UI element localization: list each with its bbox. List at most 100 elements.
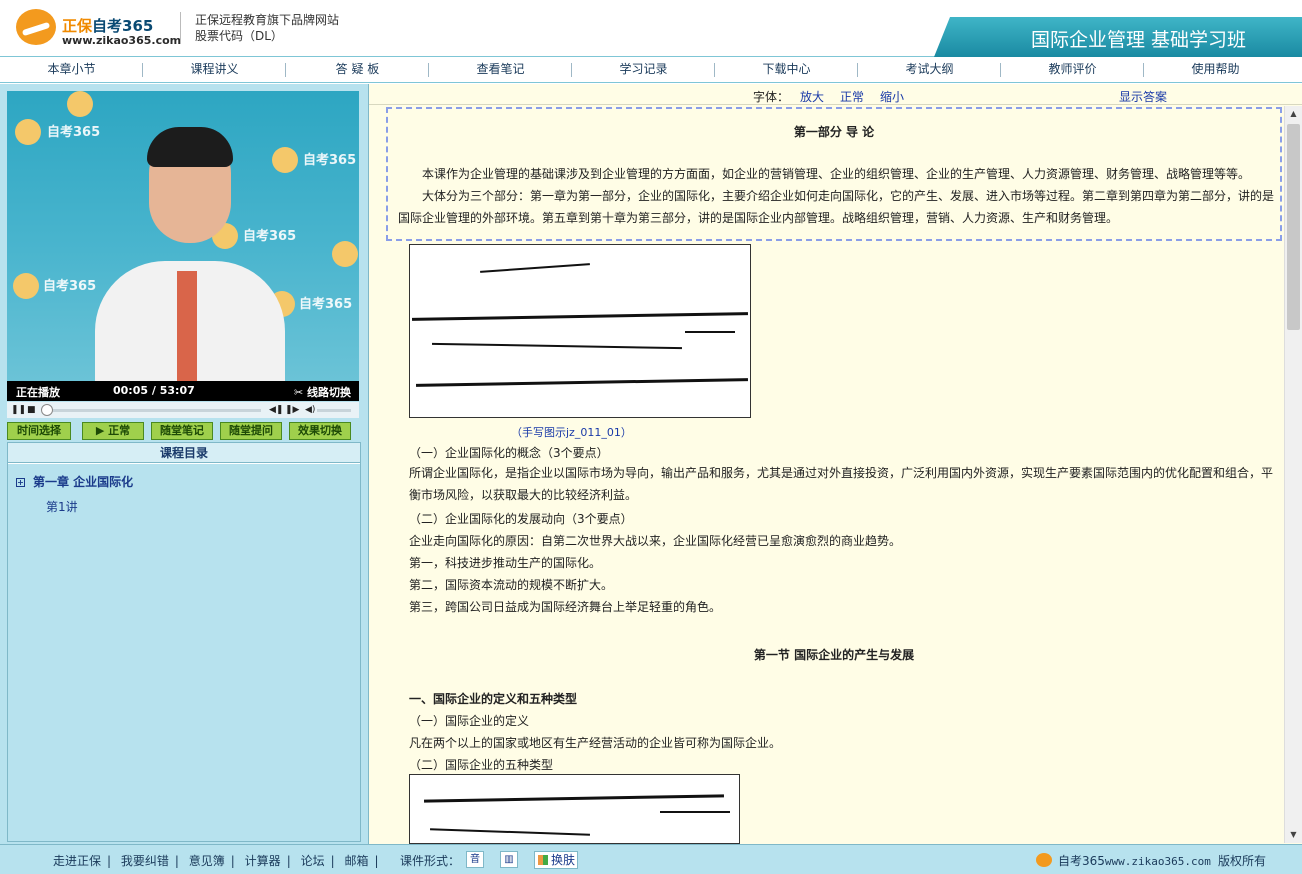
format-label: 课件形式： <box>400 854 461 868</box>
para-second: 第二，国际资本流动的规模不断扩大。 <box>409 578 614 592</box>
playback-status: 正在播放 <box>16 386 60 399</box>
brand-description: 正保远程教育旗下品牌网站 股票代码（DL） <box>195 12 339 44</box>
brand-desc-line2: 股票代码（DL） <box>195 29 283 43</box>
footer-logo-icon <box>1036 853 1052 867</box>
main-nav: 本章小节 课程讲义 答 疑 板 查看笔记 学习记录 下载中心 考试大纲 教师评价… <box>0 57 1302 83</box>
handwritten-diagram-1 <box>409 244 751 418</box>
copyright: 版权所有 <box>1218 854 1267 868</box>
video-frame: 自考365 自考365 自考365 自考365 自考365 <box>7 91 359 386</box>
footer-link-mailbox[interactable]: 邮箱 <box>344 854 368 868</box>
forward-icon[interactable]: ❚▶ <box>285 405 299 415</box>
font-label: 字体： <box>753 90 790 104</box>
footer-link-report-error[interactable]: 我要纠错 <box>121 854 169 868</box>
class-notes-button[interactable]: 随堂笔记 <box>151 422 213 440</box>
section-title-1: 第一节 国际企业的产生与发展 <box>753 648 915 662</box>
para-concept: 所谓企业国际化，是指企业以国际市场为导向，输出产品和服务，尤其是通过对外直接投资… <box>409 466 1274 502</box>
nav-item-lecture-notes[interactable]: 课程讲义 <box>143 57 286 82</box>
font-enlarge-link[interactable]: 放大 <box>800 88 824 105</box>
footer-brand: 自考365www.zikao365.com <box>1036 852 1211 869</box>
nav-item-teacher-rating[interactable]: 教师评价 <box>1001 57 1144 82</box>
time-select-button[interactable]: 时间选择 <box>7 422 71 440</box>
toc-lecture-1[interactable]: 第1讲 <box>46 498 78 515</box>
nav-item-help[interactable]: 使用帮助 <box>1144 57 1287 82</box>
brand-url: www.zikao365.com <box>62 34 182 47</box>
player-button-row: 时间选择 ▶ 正常 随堂笔记 随堂提问 效果切换 <box>7 422 359 440</box>
footer: 走进正保 | 我要纠错 | 意见簿 | 计算器 | 论坛 | 邮箱 | 课件形式： 音 ▥ … <box>0 844 1302 874</box>
expand-icon[interactable]: + <box>16 478 25 487</box>
presenter-hair <box>147 127 233 167</box>
font-shrink-link[interactable]: 缩小 <box>880 88 904 105</box>
intro-title: 第一部分 导 论 <box>793 125 875 139</box>
change-skin-button[interactable]: 换肤 <box>534 851 578 869</box>
seek-bar[interactable] <box>45 409 261 412</box>
audio-format-icon[interactable]: 音 <box>466 851 484 868</box>
volume-icon[interactable]: ◀) <box>305 405 315 415</box>
scroll-up-icon[interactable]: ▲ <box>1285 106 1302 122</box>
show-answer-link[interactable]: 显示答案 <box>1119 88 1167 105</box>
scroll-thumb[interactable] <box>1287 124 1300 330</box>
course-toc: 课程目录 + 第一章 企业国际化 第1讲 <box>7 442 361 842</box>
scroll-down-icon[interactable]: ▼ <box>1285 827 1302 843</box>
watermark-logo-icon <box>67 91 93 117</box>
footer-link-calculator[interactable]: 计算器 <box>245 854 281 868</box>
volume-slider[interactable] <box>317 409 351 412</box>
toc-title: 课程目录 <box>8 443 360 463</box>
skin-icon <box>538 855 548 865</box>
footer-link-feedback[interactable]: 意见簿 <box>189 854 225 868</box>
video-player[interactable]: 自考365 自考365 自考365 自考365 自考365 <box>7 91 359 401</box>
video-watermark: 自考365 <box>303 153 357 168</box>
nav-item-study-record[interactable]: 学习记录 <box>572 57 715 82</box>
watermark-logo-icon <box>272 147 298 173</box>
video-watermark: 自考365 <box>243 229 297 244</box>
pause-icon[interactable]: ❚❚ <box>11 405 26 415</box>
watermark-logo-icon <box>15 119 41 145</box>
player-controls: ❚❚ ■ ◀❚ ❚▶ ◀) <box>7 402 359 418</box>
heading-one: 一、国际企业的定义和五种类型 <box>409 692 578 706</box>
content-panel: 字体： 放大 正常 缩小 显示答案 第一部分 导 论 本课作为企业管理的基础课涉… <box>368 84 1302 844</box>
video-watermark: 自考365 <box>43 279 97 294</box>
nav-item-download-center[interactable]: 下载中心 <box>715 57 858 82</box>
left-panel: 自考365 自考365 自考365 自考365 自考365 正在播放 00:05… <box>0 84 368 844</box>
diagram-caption: （手写图示jz_011_01） <box>511 426 632 439</box>
para-trend: 企业走向国际化的原因：自第二次世界大战以来，企业国际化经营已呈愈演愈烈的商业趋势… <box>409 534 902 548</box>
video-watermark: 自考365 <box>47 125 101 140</box>
effect-switch-button[interactable]: 效果切换 <box>289 422 351 440</box>
site-logo[interactable]: 正保自考365 www.zikao365.com <box>16 9 181 49</box>
nav-item-qa-board[interactable]: 答 疑 板 <box>286 57 429 82</box>
rewind-icon[interactable]: ◀❚ <box>269 405 283 415</box>
heading-concept: （一）企业国际化的概念（3个要点） <box>409 446 609 460</box>
heading-trend: （二）企业国际化的发展动向（3个要点） <box>409 512 633 526</box>
nav-item-chapter-summary[interactable]: 本章小节 <box>0 57 143 82</box>
seek-handle[interactable] <box>41 404 54 416</box>
font-toolbar: 字体： 放大 正常 缩小 显示答案 <box>369 84 1302 105</box>
course-title: 国际企业管理 基础学习班 <box>1030 29 1246 51</box>
para-definition: 凡在两个以上的国家或地区有生产经营活动的企业皆可称为国际企业。 <box>409 736 782 750</box>
heading-types: （二）国际企业的五种类型 <box>409 758 554 772</box>
header: 正保自考365 www.zikao365.com 正保远程教育旗下品牌网站 股票… <box>0 0 1302 57</box>
watermark-logo-icon <box>13 273 39 299</box>
nav-item-exam-outline[interactable]: 考试大纲 <box>858 57 1001 82</box>
playback-time: 00:05 / 53:07 <box>113 384 195 397</box>
nav-item-view-notes[interactable]: 查看笔记 <box>429 57 572 82</box>
watermark-logo-icon <box>332 241 358 267</box>
stop-icon[interactable]: ■ <box>27 405 36 415</box>
intro-para-1: 本课作为企业管理的基础课涉及到企业管理的方方面面，如企业的营销管理、企业的组织管… <box>422 167 1251 181</box>
line-switch-button[interactable]: ✂ 线路切换 <box>294 384 351 400</box>
toc-chapter-1[interactable]: + 第一章 企业国际化 <box>16 473 133 490</box>
heading-definition: （一）国际企业的定义 <box>409 714 530 728</box>
toc-body: + 第一章 企业国际化 第1讲 <box>8 464 360 841</box>
video-status-bar: 正在播放 00:05 / 53:07 ✂ 线路切换 <box>7 381 359 401</box>
footer-link-forum[interactable]: 论坛 <box>301 854 325 868</box>
video-watermark: 自考365 <box>299 297 353 312</box>
presenter-tie <box>177 271 197 381</box>
content-scrollbar[interactable]: ▲ ▼ <box>1284 106 1302 843</box>
intro-text: 本课作为企业管理的基础课涉及到企业管理的方方面面，如企业的营销管理、企业的组织管… <box>398 163 1274 229</box>
para-first: 第一，科技进步推动生产的国际化。 <box>409 556 602 570</box>
logo-icon <box>16 9 56 45</box>
layout-format-icon[interactable]: ▥ <box>500 851 518 868</box>
intro-para-2: 大体分为三个部分：第一章为第一部分，企业的国际化，主要介绍企业如何走向国际化，它… <box>398 189 1275 225</box>
font-normal-link[interactable]: 正常 <box>840 88 864 105</box>
normal-speed-button[interactable]: ▶ 正常 <box>82 422 144 440</box>
footer-link-about[interactable]: 走进正保 <box>53 854 101 868</box>
class-question-button[interactable]: 随堂提问 <box>220 422 282 440</box>
